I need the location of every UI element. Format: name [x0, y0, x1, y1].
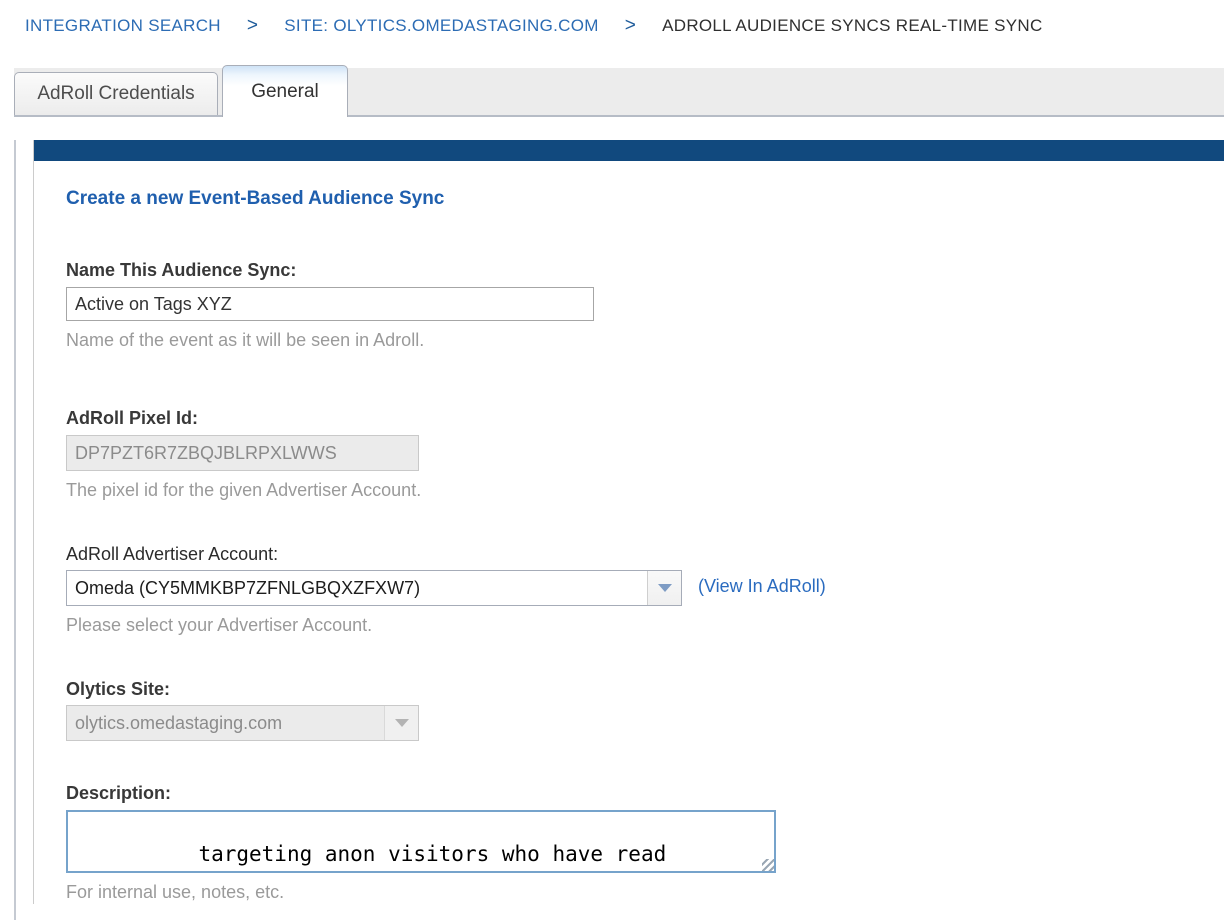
pixel-id-help: The pixel id for the given Advertiser Ac… — [66, 478, 1184, 502]
form-card: Create a new Event-Based Audience Sync N… — [33, 140, 1224, 904]
view-in-adroll-link[interactable]: (View In AdRoll) — [698, 576, 826, 597]
breadcrumb-link-integration-search[interactable]: INTEGRATION SEARCH — [25, 14, 221, 38]
dropdown-button[interactable] — [647, 571, 681, 605]
advertiser-account-help: Please select your Advertiser Account. — [66, 613, 1184, 637]
advertiser-account-combobox[interactable]: Omeda (CY5MMKBP7ZFNLGBQXZFXW7) — [66, 570, 682, 606]
description-text: in the last 14 days — [350, 869, 603, 873]
name-sync-label: Name This Audience Sync: — [66, 258, 1184, 282]
tab-strip: AdRoll Credentials General — [0, 68, 1224, 117]
field-pixel-id: AdRoll Pixel Id: The pixel id for the gi… — [66, 406, 1184, 502]
pixel-id-label: AdRoll Pixel Id: — [66, 406, 1184, 430]
breadcrumb-current-page: ADROLL AUDIENCE SYNCS REAL-TIME SYNC — [662, 14, 1042, 38]
description-label: Description: — [66, 781, 1184, 805]
breadcrumb-link-site[interactable]: SITE: OLYTICS.OMEDASTAGING.COM — [284, 14, 598, 38]
tab-content-panel: Create a new Event-Based Audience Sync N… — [14, 140, 1224, 920]
olytics-site-combobox: olytics.omedastaging.com — [66, 705, 419, 741]
text-cursor — [603, 871, 605, 873]
olytics-site-value: olytics.omedastaging.com — [67, 706, 282, 740]
olytics-site-label: Olytics Site: — [66, 677, 1184, 701]
description-textarea[interactable]: targeting anon visitors who have read ar… — [66, 810, 776, 873]
breadcrumb: INTEGRATION SEARCH > SITE: OLYTICS.OMEDA… — [0, 0, 1224, 68]
tab-adroll-credentials-label: AdRoll Credentials — [37, 83, 194, 105]
tab-general-label: General — [251, 81, 319, 103]
resize-handle-icon[interactable] — [762, 859, 774, 871]
tab-adroll-credentials[interactable]: AdRoll Credentials — [14, 72, 218, 115]
description-help: For internal use, notes, etc. — [66, 880, 1184, 904]
breadcrumb-separator: > — [247, 14, 258, 38]
breadcrumb-separator: > — [625, 14, 636, 38]
dropdown-button-disabled — [384, 706, 418, 740]
panel-header-bar — [34, 140, 1224, 161]
name-sync-input[interactable] — [66, 287, 594, 321]
chevron-down-icon — [658, 584, 672, 592]
tab-general[interactable]: General — [222, 65, 348, 117]
field-description: Description: targeting anon visitors who… — [66, 781, 1184, 904]
field-name-sync: Name This Audience Sync: Name of the eve… — [66, 258, 1184, 352]
pixel-id-input — [66, 435, 419, 471]
name-sync-help: Name of the event as it will be seen in … — [66, 328, 1184, 352]
chevron-down-icon — [395, 719, 409, 727]
advertiser-account-value: Omeda (CY5MMKBP7ZFNLGBQXZFXW7) — [67, 571, 420, 605]
field-olytics-site: Olytics Site: olytics.omedastaging.com — [66, 677, 1184, 741]
field-advertiser-account: AdRoll Advertiser Account: Omeda (CY5MMK… — [66, 542, 1184, 637]
description-misspelled-word: XYZ — [312, 869, 350, 873]
advertiser-account-label: AdRoll Advertiser Account: — [66, 542, 1184, 566]
page-title: Create a new Event-Based Audience Sync — [66, 186, 1184, 212]
